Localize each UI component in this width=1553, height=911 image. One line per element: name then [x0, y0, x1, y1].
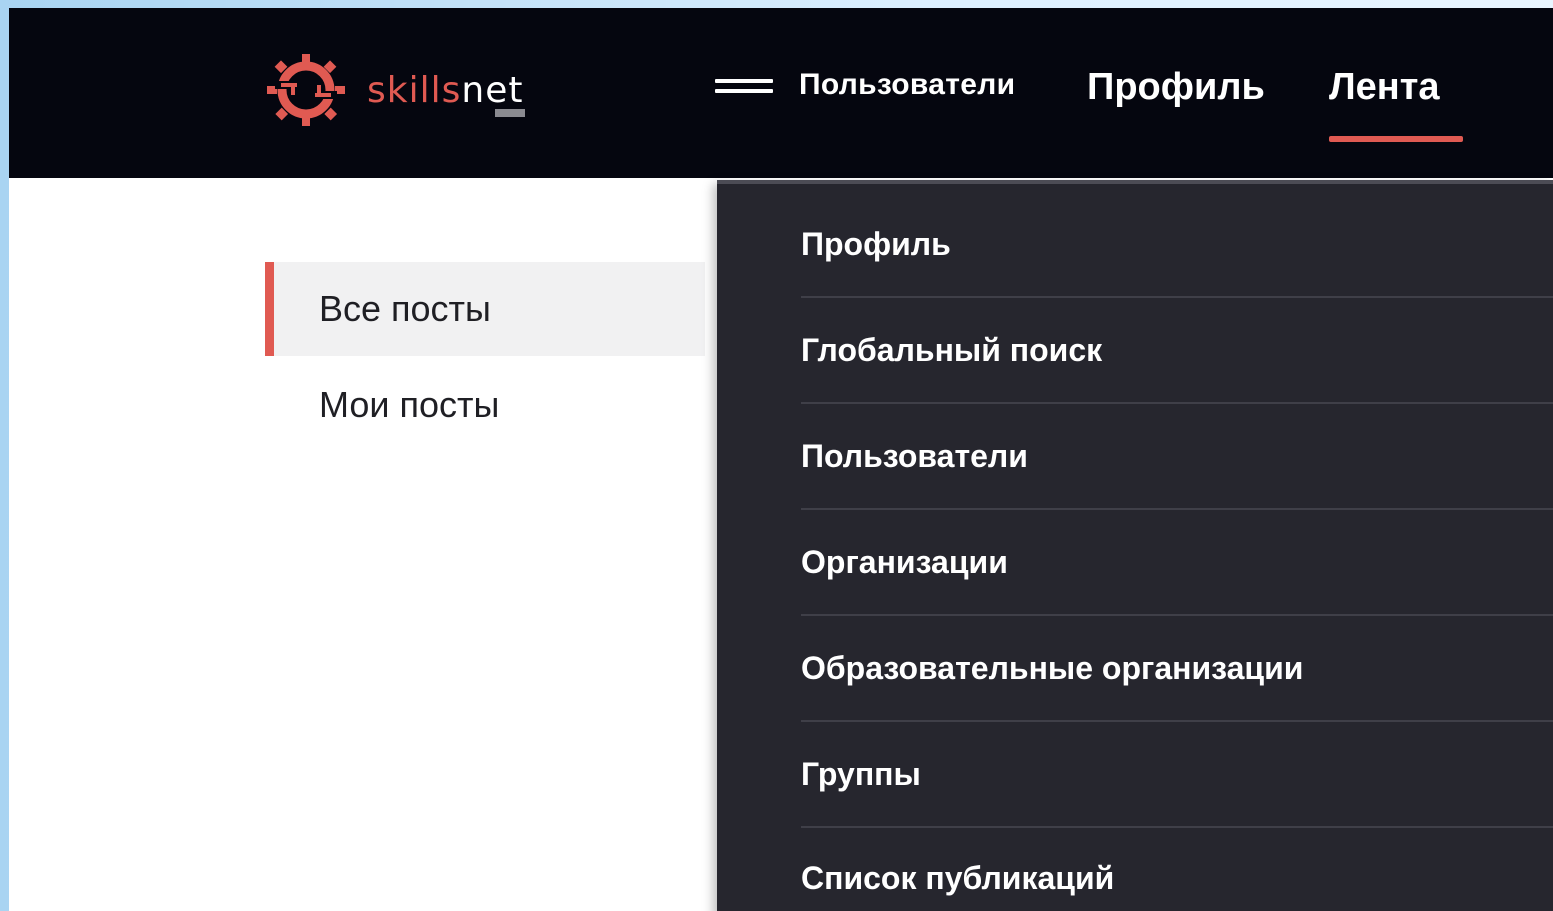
- dropdown-item-educational-organizations[interactable]: Образовательные организации: [801, 616, 1553, 722]
- dropdown-item-organizations[interactable]: Организации: [801, 510, 1553, 616]
- gear-logo-icon: [267, 54, 345, 126]
- nav-link-feed[interactable]: Лента: [1329, 66, 1440, 109]
- active-tab-indicator: [1329, 136, 1463, 142]
- brand-wordmark: skillsnet: [367, 69, 526, 117]
- brand-badge: [495, 108, 526, 117]
- menu-toggle-label: Пользователи: [799, 68, 1016, 101]
- dropdown-item-global-search[interactable]: Глобальный поиск: [801, 298, 1553, 404]
- posts-filter-menu: Все посты Мои посты: [265, 262, 705, 452]
- filter-my-posts[interactable]: Мои посты: [265, 358, 705, 452]
- main-menu-dropdown: Профиль Глобальный поиск Пользователи Ор…: [717, 180, 1553, 911]
- app-window: skillsnet Пользователи Профиль Лента Все…: [9, 8, 1553, 911]
- nav-link-profile[interactable]: Профиль: [1087, 66, 1265, 109]
- dropdown-item-profile[interactable]: Профиль: [801, 192, 1553, 298]
- hamburger-icon: [715, 75, 773, 95]
- dropdown-item-publications-list[interactable]: Список публикаций: [801, 826, 1553, 911]
- top-navigation-bar: skillsnet Пользователи Профиль Лента: [9, 8, 1553, 178]
- main-menu-toggle[interactable]: Пользователи: [715, 68, 1015, 102]
- brand-wordmark-primary: skills: [367, 69, 462, 111]
- filter-all-posts[interactable]: Все посты: [265, 262, 705, 356]
- brand-logo[interactable]: skillsnet: [263, 50, 526, 130]
- dropdown-item-users[interactable]: Пользователи: [801, 404, 1553, 510]
- dropdown-item-groups[interactable]: Группы: [801, 722, 1553, 828]
- brand-wordmark-secondary: net: [461, 69, 524, 111]
